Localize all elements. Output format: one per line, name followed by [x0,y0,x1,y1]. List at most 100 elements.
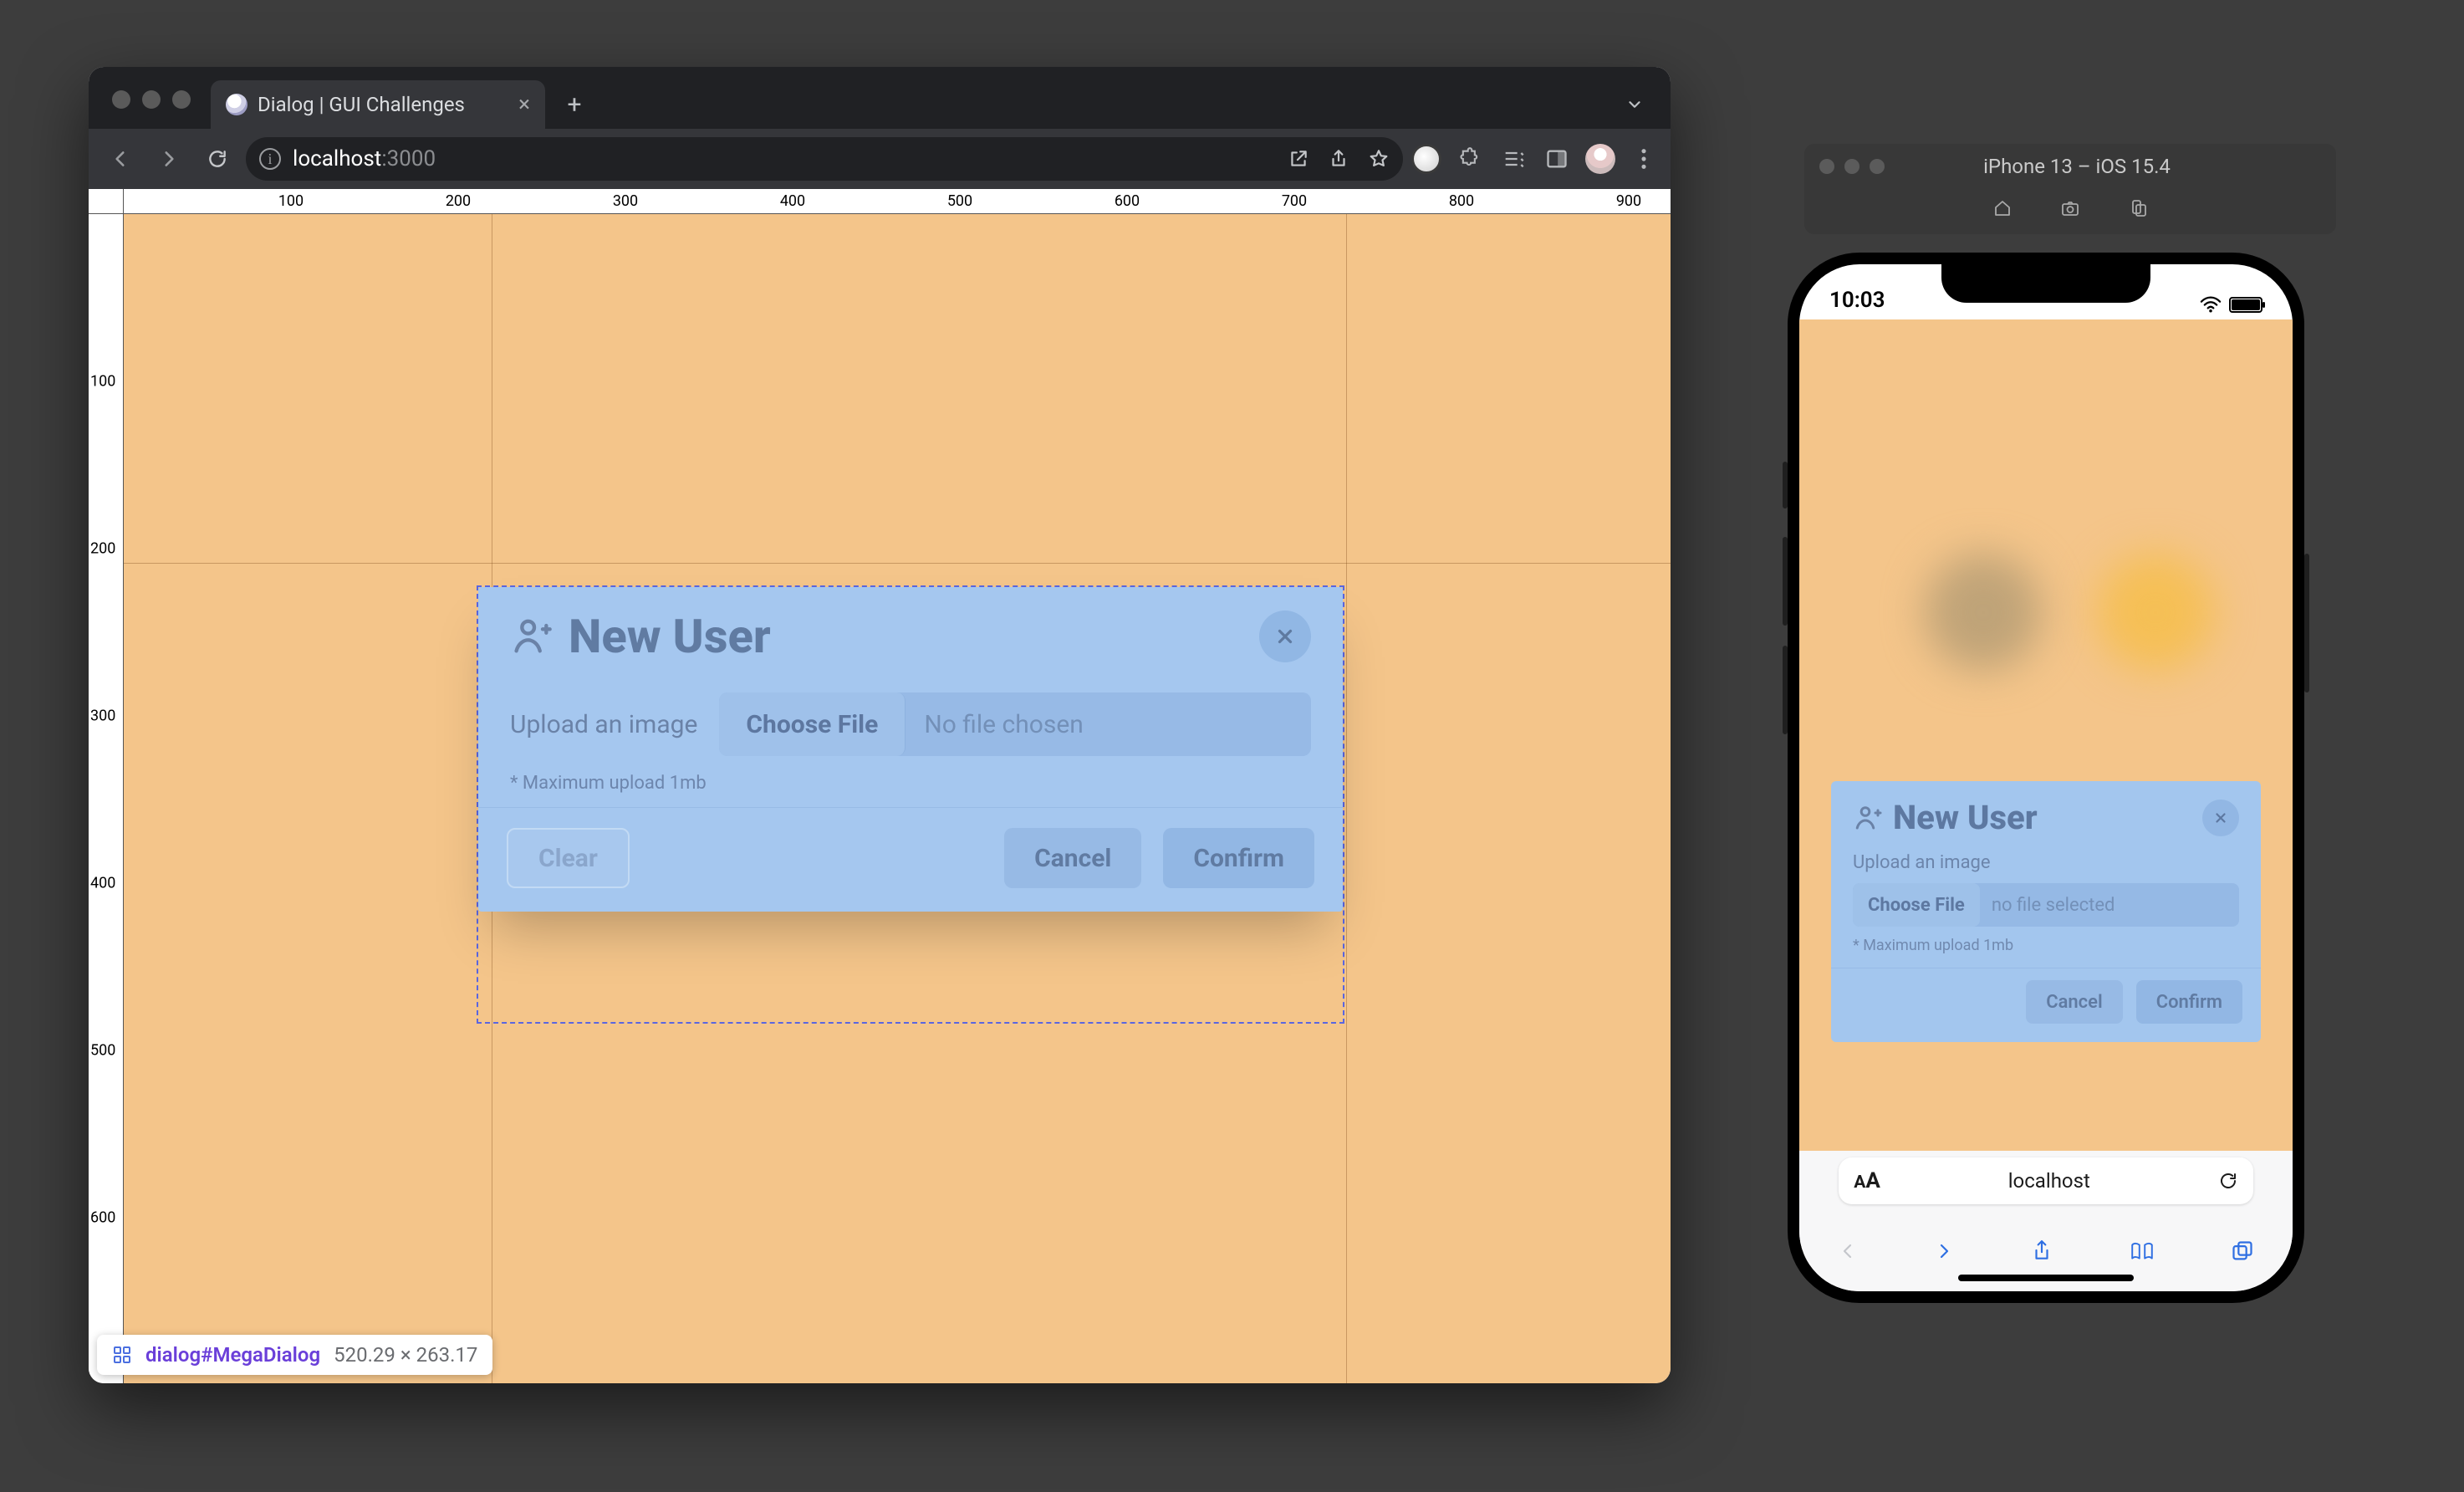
iphone-mute-switch [1783,462,1788,508]
element-dimensions: 520.29 × 263.17 [334,1343,477,1367]
traffic-close-icon[interactable] [112,90,130,109]
reload-button[interactable] [197,139,237,179]
ruler-tick: 200 [90,540,115,558]
ruler-tick: 600 [1115,192,1140,210]
clear-button[interactable]: Clear [507,828,630,888]
upload-label: Upload an image [1853,852,2239,873]
back-button[interactable] [100,139,140,179]
side-panel-icon[interactable] [1542,147,1572,171]
iphone-frame: 10:03 New User Upload an image [1788,253,2304,1303]
upload-footnote: * Maximum upload 1mb [510,773,1311,802]
file-input[interactable]: Choose File no file selected [1853,883,2239,927]
iphone-volume-up [1783,537,1788,626]
reading-list-icon[interactable] [1498,147,1528,171]
choose-file-button[interactable]: Choose File [719,692,906,756]
dialog-close-button[interactable] [2202,800,2239,836]
element-selector: dialog#MegaDialog [145,1343,320,1367]
sim-home-icon[interactable] [1992,198,2013,218]
upload-footnote: * Maximum upload 1mb [1853,937,2239,963]
tab-strip: Dialog | GUI Challenges × + [89,67,1671,129]
forward-button[interactable] [1934,1239,1954,1263]
user-plus-icon [1853,803,1883,833]
bookmarks-icon[interactable] [2130,1239,2155,1263]
background-blob [1925,554,2042,671]
ruler-tick: 300 [90,708,115,725]
cancel-button[interactable]: Cancel [1004,828,1141,888]
site-info-icon[interactable]: i [259,148,281,170]
ruler-tick: 700 [1282,192,1307,210]
dialog-title: New User [569,609,771,664]
ruler-tick: 100 [278,192,304,210]
reload-icon[interactable] [2218,1171,2238,1191]
profile-avatar-icon[interactable] [1585,144,1615,174]
confirm-button[interactable]: Confirm [1163,828,1314,888]
url-host: localhost [293,146,381,171]
share-icon[interactable] [2031,1239,2053,1264]
dialog-header: New User [478,587,1343,679]
page-viewport: New User Upload an image Choose File No … [124,214,1671,1383]
dialog-close-button[interactable] [1259,611,1311,662]
window-traffic-lights[interactable] [112,90,191,109]
status-time: 10:03 [1829,288,1885,313]
traffic-zoom-icon[interactable] [172,90,191,109]
browser-tab[interactable]: Dialog | GUI Challenges × [211,80,545,129]
browser-toolbar: i localhost:3000 [89,129,1671,189]
ruler-tick: 400 [90,875,115,892]
share-icon[interactable] [1328,148,1349,170]
safari-address-bar[interactable]: AA localhost [1799,1151,2293,1211]
battery-icon [2229,297,2262,313]
ruler-tick: 100 [90,373,115,391]
safari-host: localhost [1880,1169,2218,1193]
iphone-power-button [2304,554,2309,692]
browser-window: Dialog | GUI Challenges × + i localhost:… [89,67,1671,1383]
dialog-body: Upload an image Choose File No file chos… [478,679,1343,807]
traffic-close-icon[interactable] [1819,159,1834,174]
ruler-tick: 400 [780,192,805,210]
mega-dialog: New User Upload an image Choose File No … [478,587,1343,912]
simulator-title: iPhone 13 – iOS 15.4 [1885,155,2269,178]
traffic-minimize-icon[interactable] [1844,159,1859,174]
file-input[interactable]: Choose File No file chosen [719,692,1311,756]
iphone-screen: 10:03 New User Upload an image [1799,264,2293,1291]
kebab-menu-icon[interactable] [1629,147,1659,171]
forward-button[interactable] [149,139,189,179]
sim-screenshot-icon[interactable] [2059,198,2081,218]
ruler-tick: 800 [1449,192,1474,210]
open-external-icon[interactable] [1288,148,1309,170]
bookmark-star-icon[interactable] [1368,148,1390,170]
iphone-volume-down [1783,646,1788,734]
home-indicator[interactable] [1958,1275,2134,1281]
back-button[interactable] [1838,1239,1858,1263]
traffic-minimize-icon[interactable] [142,90,161,109]
devtools-guide [124,563,1671,564]
text-size-icon[interactable]: AA [1854,1168,1880,1193]
toolbar-actions [1411,144,1659,174]
extensions-puzzle-icon[interactable] [1455,147,1485,171]
wifi-icon [2199,296,2222,313]
confirm-button[interactable]: Confirm [2136,980,2242,1024]
cancel-button[interactable]: Cancel [2026,980,2123,1024]
file-status: no file selected [1980,883,2239,927]
tab-overflow-button[interactable] [1615,85,1654,124]
new-tab-button[interactable]: + [555,85,594,124]
url-port: :3000 [381,146,436,171]
choose-file-button[interactable]: Choose File [1853,883,1980,927]
ruler-tick: 300 [613,192,638,210]
mobile-dialog: New User Upload an image Choose File no … [1831,781,2261,1042]
user-plus-icon [510,615,554,658]
upload-row: Upload an image Choose File No file chos… [510,692,1311,756]
close-tab-icon[interactable]: × [518,92,530,117]
simulator-titlebar: iPhone 13 – iOS 15.4 [1804,144,2336,234]
devtools-element-badge[interactable]: dialog#MegaDialog 520.29 × 263.17 [97,1335,492,1375]
extension-icon[interactable] [1411,144,1441,174]
sim-rotate-icon[interactable] [2128,198,2148,218]
ruler-tick: 900 [1616,192,1641,210]
ruler-vertical: 100 200 300 400 500 600 [89,214,124,1383]
address-bar[interactable]: i localhost:3000 [246,137,1403,181]
tabs-icon[interactable] [2231,1239,2254,1263]
ruler-corner [89,189,124,214]
traffic-zoom-icon[interactable] [1870,159,1885,174]
dialog-footer: Clear Cancel Confirm [478,807,1343,912]
ruler-tick: 200 [446,192,471,210]
simulator-traffic-lights[interactable] [1819,159,1885,174]
